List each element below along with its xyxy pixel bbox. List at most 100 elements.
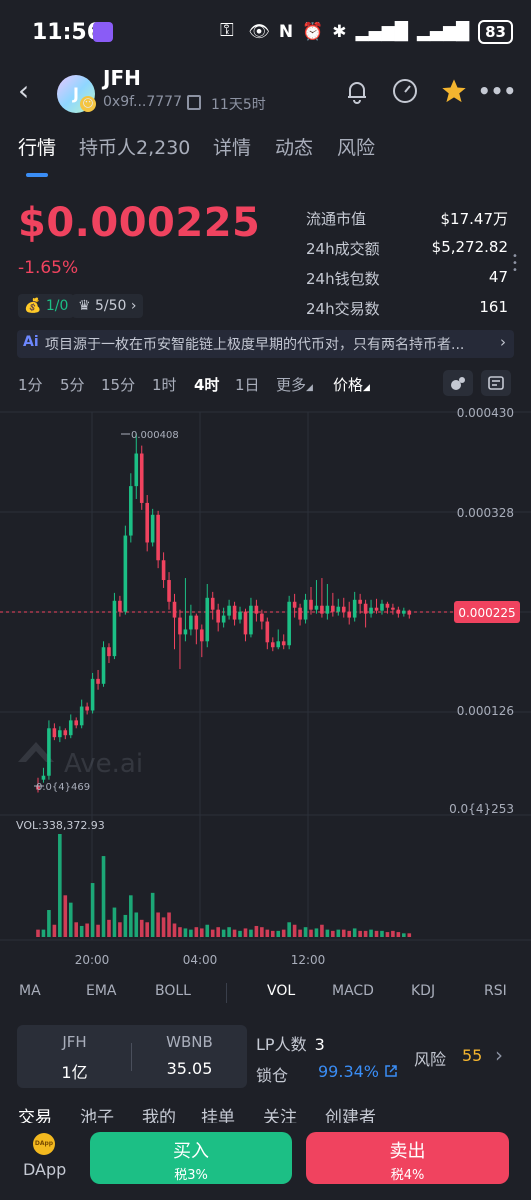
price-mode-label: 价格 [333,376,364,394]
indicator-macd[interactable]: MACD [332,983,374,999]
risk-score[interactable]: 55 [462,1046,482,1065]
volume-bar [243,928,248,937]
indicator-vol[interactable]: VOL [267,983,295,999]
volume-bar [380,930,384,937]
section-tab-watch[interactable]: 关注 [263,1103,297,1123]
pair-reserves-card[interactable]: JFH 1亿 WBNB 35.05 [17,1025,247,1088]
drawing-tool-button[interactable] [443,370,473,396]
sell-button[interactable]: 卖出 税4% [306,1132,509,1184]
candle-body [47,728,51,776]
section-tab-trades[interactable]: 交易 [18,1103,52,1123]
crown-icon: ♛ [78,298,91,314]
tab-risk[interactable]: 风险 [337,133,375,160]
high-marker-label: 0.000408 [131,430,179,441]
volume-bar [47,910,51,937]
volume-bar [36,929,40,937]
lock-value[interactable]: 99.34% [318,1062,398,1081]
chart-settings-button[interactable] [481,370,511,396]
candle-body [374,607,379,611]
section-tab-mine[interactable]: 我的 [142,1103,176,1123]
stat-label-volume: 24h成交额 [306,240,380,258]
bell-icon[interactable] [340,74,374,108]
candle-body [79,706,84,726]
risk-label[interactable]: 风险 [414,1046,446,1070]
timeframe-15m[interactable]: 15分 [101,374,135,395]
stat-value-volume: $5,272.82 [431,238,508,256]
volume-bar [232,929,237,937]
candle-body [298,607,302,620]
star-icon[interactable] [437,74,471,108]
dapp-icon[interactable]: DApp [33,1133,55,1155]
volume-bar [227,927,231,937]
tab-activity[interactable]: 动态 [275,133,313,160]
candle-body [385,603,390,608]
chevron-right-icon: › [130,298,137,314]
indicator-ema[interactable]: EMA [86,983,117,999]
timeframe-5m[interactable]: 5分 [60,374,85,395]
settings-list-icon [488,376,504,390]
volume-bar [358,930,362,937]
timeframe-1d[interactable]: 1日 [235,374,260,395]
candle-body [145,502,149,543]
current-price: $0.000225 [18,200,261,246]
indicator-boll[interactable]: BOLL [155,983,191,999]
pair-base-symbol: JFH [62,1033,87,1051]
copy-icon[interactable] [187,95,201,110]
volume-bar [320,924,324,937]
volume-bar [260,927,264,937]
token-name: JFH [103,66,141,90]
volume-bar [385,932,390,937]
status-time: 11:56 [32,20,103,45]
signal-icon: ▂▄▆█ [355,22,408,42]
gauge-icon[interactable] [388,74,422,108]
volume-bar [118,922,122,937]
x-tick-label: 20:00 [75,953,110,967]
bottom-section-tabs: 交易 池子 我的 挂单 关注 创建者 [0,1103,531,1123]
price-mode-select[interactable]: 价格◢ [333,374,370,395]
token-address[interactable]: 0x9f...7777 [103,94,182,110]
candle-body [112,600,117,657]
timeframe-1h[interactable]: 1时 [152,374,177,395]
section-tab-orders[interactable]: 挂单 [201,1103,235,1123]
volume-bar [314,928,319,937]
section-tab-creator[interactable]: 创建者 [325,1103,376,1123]
timeframe-1m[interactable]: 1分 [18,374,43,395]
lp-count: LP人数 3 [256,1031,325,1055]
holders-chip[interactable]: 💰 1/0 [18,294,75,318]
candle-body [309,599,313,610]
indicator-ma[interactable]: MA [19,983,41,999]
tab-market[interactable]: 行情 [18,133,56,160]
crown-chip[interactable]: ♛ 5/50 › [72,294,143,318]
volume-label: VOL:338,372.93 [16,819,105,832]
tab-details[interactable]: 详情 [213,133,251,160]
indicator-kdj[interactable]: KDJ [411,983,435,999]
back-icon[interactable]: ‹ [18,76,44,106]
candle-body [402,610,406,614]
candle-body [205,597,210,642]
volume-bar [194,927,199,937]
volume-bar [276,930,281,937]
volume-bar [341,929,346,937]
candle-body [189,615,193,630]
indicator-rsi[interactable]: RSI [484,983,507,999]
tab-holders[interactable]: 持币人2,230 [79,133,190,160]
volume-bar [52,924,57,937]
timeframe-4h[interactable]: 4时 [194,374,219,395]
timeframe-more[interactable]: 更多◢ [276,374,313,395]
bubbles-icon [451,377,465,390]
more-icon[interactable]: ••• [478,74,516,108]
dapp-label[interactable]: DApp [23,1160,66,1179]
volume-bar [210,929,215,937]
chevron-right-icon[interactable]: › [495,1043,503,1067]
candle-body [183,629,188,635]
section-tab-pools[interactable]: 池子 [80,1103,114,1123]
candle-body [96,678,100,684]
volume-bar [85,923,89,937]
buy-button[interactable]: 买入 税3% [90,1132,292,1184]
ai-summary-bar[interactable]: Ai 项目源于一枚在币安智能链上极度早期的代币对，只有两名持币者... › [17,330,514,358]
vertical-dots-icon[interactable]: • • • [512,252,518,276]
volume-bar [145,922,149,937]
price-chart[interactable]: Ave.ai 0.000430 0.000328 0.000126 0.0{4}… [0,400,531,975]
ai-icon: Ai [23,334,39,350]
candle-body [352,599,357,618]
